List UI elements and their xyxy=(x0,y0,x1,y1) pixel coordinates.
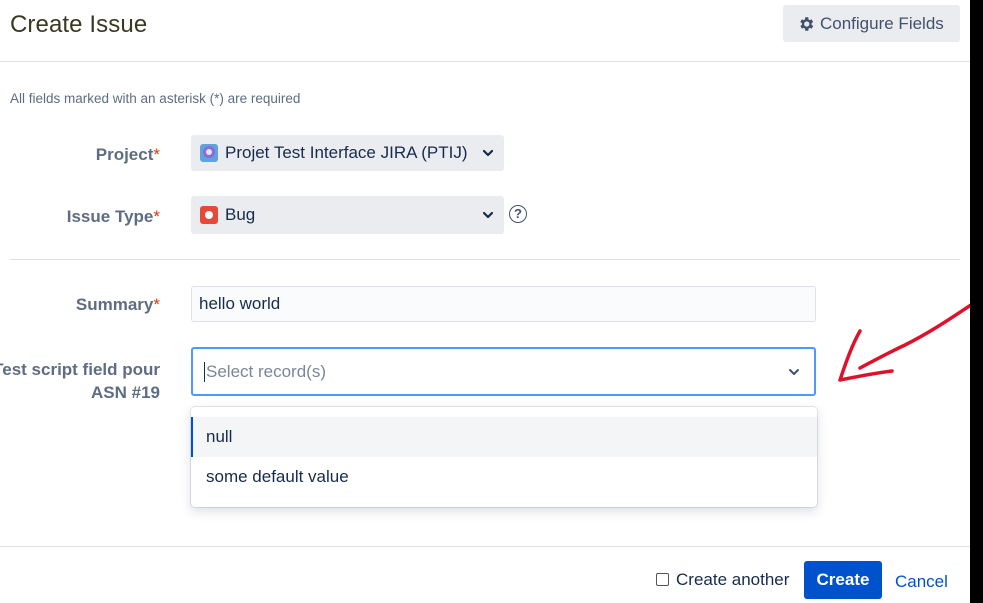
summary-value: hello world xyxy=(199,294,281,313)
section-divider xyxy=(10,259,960,260)
summary-label: Summary* xyxy=(76,295,160,315)
test-script-label: Test script field pour ASN #19 xyxy=(0,358,160,404)
issue-type-value: Bug xyxy=(225,205,256,224)
help-icon[interactable]: ? xyxy=(509,205,527,223)
required-asterisk: * xyxy=(153,295,160,314)
test-script-label-line1: Test script field pour xyxy=(0,360,160,379)
summary-label-text: Summary xyxy=(75,295,154,314)
required-asterisk: * xyxy=(153,207,160,226)
issue-type-label-text: Issue Type xyxy=(66,207,154,226)
summary-input[interactable]: hello world xyxy=(191,286,816,322)
dropdown-option-null[interactable]: null xyxy=(191,417,817,457)
record-dropdown-menu: null some default value xyxy=(191,407,817,507)
create-another-label: Create another xyxy=(676,570,790,589)
create-button[interactable]: Create xyxy=(804,561,882,599)
dropdown-option-default[interactable]: some default value xyxy=(191,457,817,497)
create-issue-dialog: Create Issue Configure Fields All fields… xyxy=(0,0,983,603)
project-select[interactable]: Projet Test Interface JIRA (PTIJ) xyxy=(191,135,504,171)
chevron-down-icon[interactable] xyxy=(788,366,800,378)
record-select-placeholder: Select record(s) xyxy=(206,361,326,381)
required-fields-note: All fields marked with an asterisk (*) a… xyxy=(10,91,301,106)
dialog-title: Create Issue xyxy=(10,11,148,38)
header-divider xyxy=(0,61,970,62)
project-label: Project* xyxy=(96,145,160,165)
footer-divider xyxy=(0,546,970,547)
gear-icon xyxy=(800,16,814,31)
issue-type-select[interactable]: Bug xyxy=(191,196,504,234)
cancel-link[interactable]: Cancel xyxy=(895,572,948,592)
test-script-label-line2: ASN #19 xyxy=(91,383,160,402)
text-caret xyxy=(204,361,205,382)
window-edge xyxy=(970,0,983,603)
required-asterisk: * xyxy=(153,145,160,164)
issue-type-label: Issue Type* xyxy=(67,207,160,227)
configure-fields-label: Configure Fields xyxy=(820,13,944,33)
record-select-input[interactable]: Select record(s) xyxy=(191,347,816,396)
project-label-text: Project xyxy=(95,145,154,164)
chevron-down-icon xyxy=(482,149,494,157)
project-value: Projet Test Interface JIRA (PTIJ) xyxy=(225,143,468,162)
create-another-checkbox[interactable]: Create another xyxy=(656,570,789,590)
checkbox-box[interactable] xyxy=(656,572,669,586)
configure-fields-button[interactable]: Configure Fields xyxy=(783,5,960,42)
chevron-down-icon xyxy=(482,211,494,219)
project-avatar-icon xyxy=(200,144,218,162)
bug-icon xyxy=(200,206,218,224)
